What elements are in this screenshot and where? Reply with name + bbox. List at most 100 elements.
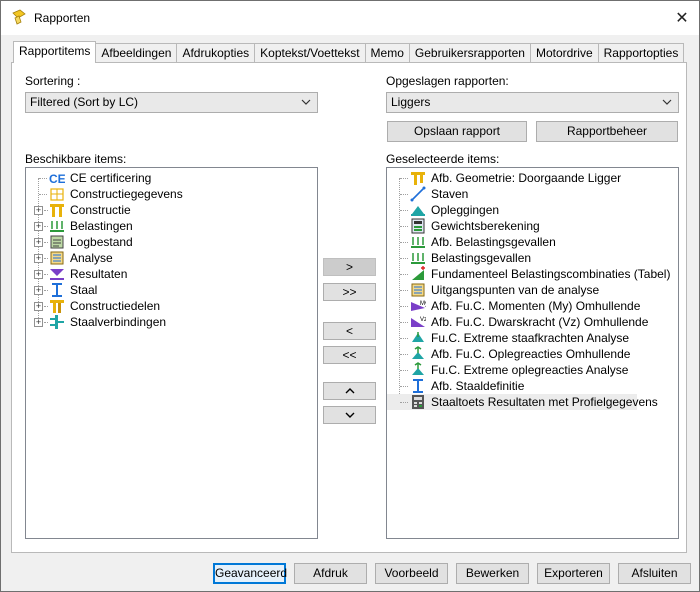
selected-items-tree[interactable]: Afb. Geometrie: Doorgaande Ligger Staven O… [386,167,679,539]
remove-all-button[interactable]: << [323,346,376,364]
close-icon[interactable]: ✕ [665,1,699,35]
construction-icon [50,204,64,217]
tree-item-logbestand[interactable]: + Logbestand [26,234,316,250]
tab-koptekst-voettekst[interactable]: Koptekst/Voettekst [254,43,366,63]
selected-tree-item[interactable]: Belastingsgevallen [387,250,637,266]
window-title: Rapporten [34,11,91,25]
ce-icon: CE [49,172,65,186]
selected-tree-item[interactable]: Afb. Fu.C. Oplegreacties Omhullende [387,346,637,362]
logfile-icon [50,235,64,249]
svg-text:CE: CE [49,172,65,186]
tab-gebruikersrapporten[interactable]: Gebruikersrapporten [408,43,531,63]
selected-tree-item[interactable]: Vz Afb. Fu.C. Dwarskracht (Vz) Omhullende [387,314,648,330]
selected-tree-item[interactable]: My Afb. Fu.C. Momenten (My) Omhullende [387,298,641,314]
save-report-button[interactable]: Opslaan rapport [387,121,527,142]
steel-connection-icon [50,315,64,329]
selected-tree-item[interactable]: Opleggingen [387,202,637,218]
tree-item-constructiedelen[interactable]: + Constructiedelen [26,298,316,314]
selected-tree-item[interactable]: Afb. Belastingsgevallen [387,234,637,250]
selected-tree-item[interactable]: Gewichtsberekening [387,218,637,234]
reactions-fig-icon [412,346,424,359]
tab-rapportitems[interactable]: Rapportitems [13,41,97,63]
tab-memo[interactable]: Memo [364,43,410,63]
edit-button[interactable]: Bewerken [456,563,529,584]
selected-tree-item[interactable]: Uitgangspunten van de analyse [387,282,637,298]
print-button[interactable]: Afdruk [294,563,367,584]
structure-data-icon [50,188,64,201]
tree-connector [44,274,48,275]
chevron-up-icon [345,388,354,394]
selected-tree-item[interactable]: Fundamenteel Belastingscombinaties (Tabe… [387,266,670,282]
tab-motordrive[interactable]: Motordrive [529,43,599,63]
saved-reports-value: Liggers [391,95,431,109]
steel-definition-icon [413,379,423,393]
tree-connector [400,306,408,307]
shear-icon: Vz [411,317,426,327]
tree-connector [44,258,48,259]
remove-button[interactable]: < [323,322,376,340]
reactions-icon [412,362,424,375]
available-items-tree[interactable]: CE CE certificering Constructiegegevens … [25,167,318,539]
expand-icon[interactable]: + [34,270,43,279]
reports-app-icon [12,9,26,25]
selected-tree-item[interactable]: Afb. Geometrie: Doorgaande Ligger [387,170,637,186]
add-button[interactable]: > [323,258,376,276]
member-forces-icon [412,332,424,342]
selected-tree-item[interactable]: Fu.C. Extreme staafkrachten Analyse [387,330,637,346]
loadcase-icon [411,253,425,264]
expand-icon[interactable]: + [34,318,43,327]
tab-rapportopties[interactable]: Rapportopties [597,43,685,63]
tree-item-belastingen[interactable]: + Belastingen [26,218,316,234]
steel-icon [52,283,62,297]
tree-item-resultaten[interactable]: + Resultaten [26,266,316,282]
chevron-down-icon [662,99,672,105]
export-button[interactable]: Exporteren [537,563,610,584]
saved-reports-select[interactable]: Liggers [386,92,679,113]
tree-item-constructiegegevens[interactable]: Constructiegegevens [26,186,316,202]
selected-tree-item[interactable]: Afb. Staaldefinitie [387,378,637,394]
tree-item-ce-certificering[interactable]: CE CE certificering [26,170,316,186]
available-items-label: Beschikbare items: [25,152,127,166]
selected-items-label: Geselecteerde items: [386,152,500,166]
tree-item-staal[interactable]: + Staal [26,282,316,298]
expand-icon[interactable]: + [34,254,43,263]
tree-item-staalverbindingen[interactable]: + Staalverbindingen [26,314,316,330]
selected-item-label: Opleggingen [431,203,500,217]
loadcase-fig-icon [411,237,425,248]
selected-tree-item[interactable]: Fu.C. Extreme oplegreacties Analyse [387,362,637,378]
expand-icon[interactable]: + [34,222,43,231]
saved-reports-label: Opgeslagen rapporten: [386,74,509,88]
move-down-button[interactable] [323,406,376,424]
svg-text:My: My [420,301,426,307]
expand-icon[interactable]: + [34,286,43,295]
selected-item-label: Afb. Geometrie: Doorgaande Ligger [431,171,622,185]
selected-item-label: Fu.C. Extreme staafkrachten Analyse [431,331,630,345]
selected-item-label: Afb. Fu.C. Oplegreacties Omhullende [431,347,631,361]
tree-item-constructie[interactable]: + Constructie [26,202,316,218]
tree-item-analyse[interactable]: + Analyse [26,250,316,266]
preview-button[interactable]: Voorbeeld [375,563,448,584]
tree-connector [400,274,408,275]
expand-icon[interactable]: + [34,302,43,311]
tree-connector [400,402,408,403]
tree-connector [400,322,408,323]
tree-connector [400,354,408,355]
advanced-button[interactable]: Geavanceerd [213,563,287,584]
sort-label: Sortering : [25,74,81,88]
report-manager-button[interactable]: Rapportbeheer [536,121,678,142]
add-all-button[interactable]: >> [323,283,376,301]
selected-tree-item[interactable]: Staven [387,186,637,202]
move-up-button[interactable] [323,382,376,400]
supports-icon [411,206,425,216]
tab-afbeeldingen[interactable]: Afbeeldingen [95,43,178,63]
close-button[interactable]: Afsluiten [618,563,691,584]
selected-item-label: Afb. Staaldefinitie [431,379,525,393]
selected-item-label: Afb. Fu.C. Momenten (My) Omhullende [431,299,641,313]
sort-select[interactable]: Filtered (Sort by LC) [25,92,318,113]
tab-afdrukopties[interactable]: Afdrukopties [176,43,256,63]
title-bar: Rapporten ✕ [1,1,699,35]
steel-check-icon [412,395,424,409]
selected-tree-item[interactable]: Staaltoets Resultaten met Profielgegeven… [387,394,658,410]
expand-icon[interactable]: + [34,238,43,247]
expand-icon[interactable]: + [34,206,43,215]
